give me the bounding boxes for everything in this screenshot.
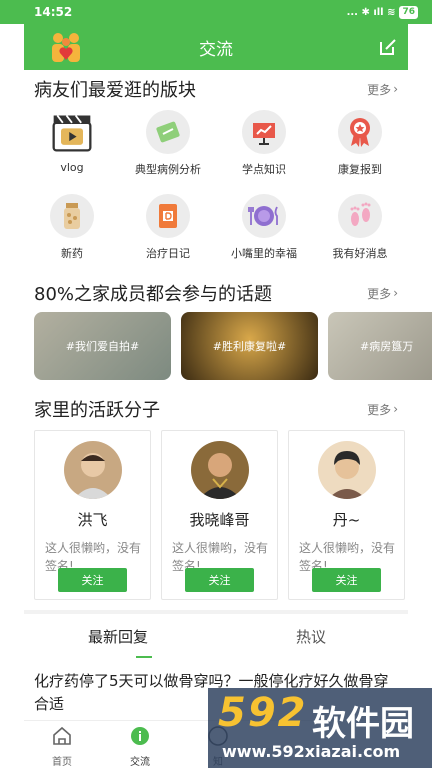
chevron-right-icon: › <box>393 402 398 416</box>
forum-item-label: vlog <box>60 161 84 174</box>
watermark-brand-cn: 软件园 <box>312 704 414 744</box>
home-icon <box>53 726 71 745</box>
topic-card[interactable]: #病房簋万 <box>328 312 432 380</box>
topic-card[interactable]: #胜利康复啦# <box>181 312 318 380</box>
member-name: 我晓峰哥 <box>189 511 250 529</box>
avatar[interactable] <box>63 441 122 499</box>
forum-item-label: 学点知识 <box>242 163 286 176</box>
forum-item-label: 小嘴里的幸福 <box>231 247 297 260</box>
topic-label: #胜利康复啦# <box>212 340 287 353</box>
forum-item-good-news[interactable]: 我有好消息 <box>312 194 408 261</box>
members-section-header: 家里的活跃分子 更多 › <box>34 396 398 422</box>
baby-footprints-icon <box>338 194 382 238</box>
follow-button[interactable]: 关注 <box>312 568 381 592</box>
member-card[interactable]: 洪飞 这人很懒哟，没有签名! 关注 <box>34 430 151 600</box>
video-clapper-icon <box>50 110 94 154</box>
watermark-brand: 592 <box>218 690 308 736</box>
more-link[interactable]: 更多 › <box>367 401 398 418</box>
topic-label: #病房簋万 <box>360 340 414 353</box>
avatar[interactable] <box>317 441 376 499</box>
status-icons: ... ✱ ıll ≋ 76 <box>346 5 418 19</box>
watermark-url: www.592xiazai.com <box>222 742 401 761</box>
presentation-board-icon <box>242 110 286 154</box>
case-card-icon <box>146 110 190 154</box>
battery-icon: 76 <box>399 5 418 19</box>
forum-item-case-analysis[interactable]: 典型病例分析 <box>120 110 216 177</box>
avatar[interactable] <box>190 441 249 499</box>
forum-item-new-drugs[interactable]: 新药 <box>24 194 120 261</box>
forum-item-label: 康复报到 <box>338 163 382 176</box>
topics-section-header: 80%之家成员都会参与的话题 更多 › <box>34 280 398 306</box>
section-title: 家里的活跃分子 <box>34 400 160 421</box>
nav-label: 交流 <box>130 757 150 768</box>
forum-item-label: 典型病例分析 <box>135 163 201 176</box>
reply-tabs: 最新回复 热议 <box>24 614 408 662</box>
tab-hot[interactable]: 热议 <box>296 626 326 647</box>
forum-item-label: 治疗日记 <box>146 247 190 260</box>
forum-item-label: 新药 <box>61 247 83 260</box>
page-title: 交流 <box>199 39 233 60</box>
forum-item-food[interactable]: 小嘴里的幸福 <box>216 194 312 261</box>
pill-bottle-icon <box>50 194 94 238</box>
chevron-right-icon: › <box>393 82 398 96</box>
section-title: 病友们最爱逛的版块 <box>34 80 196 101</box>
forum-item-diary[interactable]: 治疗日记 <box>120 194 216 261</box>
follow-button[interactable]: 关注 <box>58 568 127 592</box>
signal-icons: ... ✱ ıll ≋ <box>346 6 396 18</box>
more-label: 更多 <box>367 286 392 301</box>
forums-section-header: 病友们最爱逛的版块 更多 › <box>34 76 398 102</box>
award-ribbon-icon <box>338 110 382 154</box>
more-link[interactable]: 更多 › <box>367 285 398 302</box>
forum-item-vlog[interactable]: vlog <box>24 110 120 174</box>
section-title: 80%之家成员都会参与的话题 <box>34 284 273 305</box>
chevron-right-icon: › <box>393 286 398 300</box>
member-card[interactable]: 丹~ 这人很懒哟，没有签名! 关注 <box>288 430 405 600</box>
member-card[interactable]: 我晓峰哥 这人很懒哟，没有签名! 关注 <box>161 430 278 600</box>
chat-icon <box>131 727 149 745</box>
topic-label: #我们爱自拍# <box>65 340 140 353</box>
family-logo-icon[interactable] <box>48 30 84 64</box>
nav-item-home[interactable]: 首页 <box>32 725 92 768</box>
member-name: 丹~ <box>332 511 361 529</box>
topic-card[interactable]: #我们爱自拍# <box>34 312 171 380</box>
nav-item-chat[interactable]: 交流 <box>110 725 170 768</box>
app-header: 交流 <box>24 24 408 70</box>
status-bar: 14:52 ... ✱ ıll ≋ 76 <box>0 0 432 24</box>
diary-book-icon <box>146 194 190 238</box>
edit-icon[interactable] <box>378 37 398 57</box>
follow-button[interactable]: 关注 <box>185 568 254 592</box>
more-link[interactable]: 更多 › <box>367 81 398 98</box>
active-tab-indicator <box>136 656 152 658</box>
app-root: 14:52 ... ✱ ıll ≋ 76 交流 病友们最爱逛的版块 更多 › v… <box>0 0 432 768</box>
nav-label: 首页 <box>52 757 72 768</box>
status-time: 14:52 <box>34 5 73 19</box>
forum-item-recovery[interactable]: 康复报到 <box>312 110 408 177</box>
watermark: 592 软件园 www.592xiazai.com <box>208 688 432 768</box>
member-name: 洪飞 <box>77 511 108 529</box>
forum-item-label: 我有好消息 <box>332 247 388 260</box>
more-label: 更多 <box>367 402 392 417</box>
more-label: 更多 <box>367 82 392 97</box>
forum-item-knowledge[interactable]: 学点知识 <box>216 110 312 177</box>
tab-latest-replies[interactable]: 最新回复 <box>88 626 148 647</box>
plate-utensils-icon <box>242 194 286 238</box>
